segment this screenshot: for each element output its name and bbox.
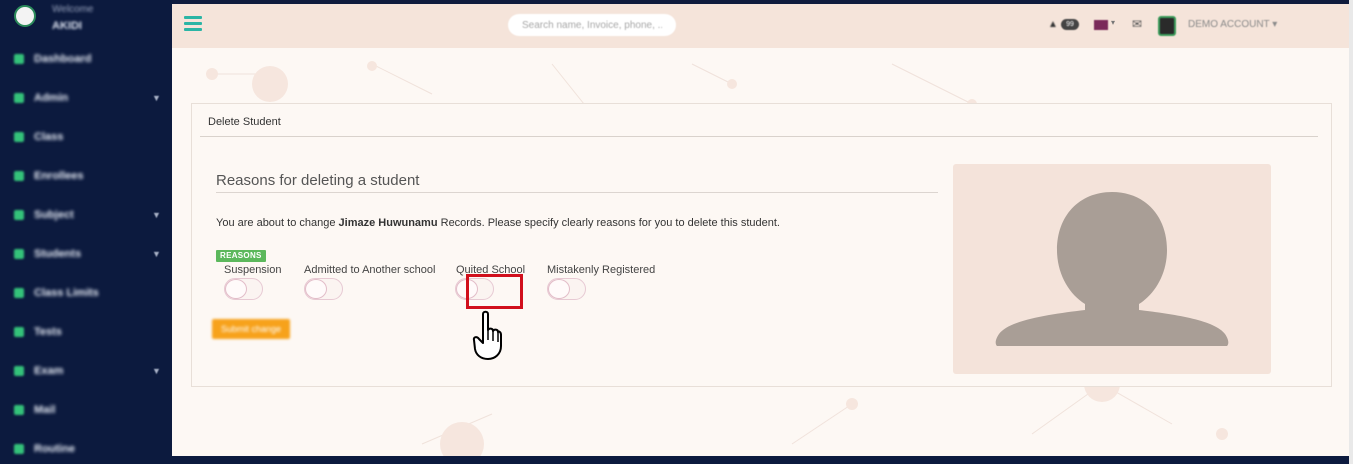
sidebar-item-subject[interactable]: Subject ▼: [0, 204, 172, 228]
toggle-suspension[interactable]: [224, 278, 263, 300]
chevron-down-icon: ▼: [152, 366, 161, 376]
submit-button[interactable]: Submit change: [212, 319, 290, 339]
tests-icon: [14, 327, 24, 337]
sidebar-profile: Welcome AKIDI: [0, 0, 172, 40]
desc-prefix: You are about to change: [216, 217, 339, 229]
toggle-mistakenly[interactable]: [547, 278, 586, 300]
bell-icon[interactable]: ▲: [1048, 19, 1058, 30]
sidebar-item-dashboard[interactable]: Dashboard: [0, 48, 172, 72]
student-name: Jimaze Huwunamu: [338, 217, 438, 229]
toggle-knob: [225, 279, 247, 299]
account-logo-icon: [1158, 16, 1176, 36]
notification-badge: 99: [1061, 19, 1079, 30]
account-label: DEMO ACCOUNT: [1188, 19, 1270, 30]
sidebar-item-label: Students: [34, 248, 82, 260]
class-limits-icon: [14, 288, 24, 298]
sidebar-item-label: Class: [34, 131, 64, 143]
description-text: You are about to change Jimaze Huwunamu …: [216, 217, 780, 229]
sidebar-item-students[interactable]: Students ▼: [0, 243, 172, 267]
search-input[interactable]: [508, 14, 676, 36]
pointing-hand-icon: [472, 310, 502, 360]
sidebar-item-label: Class Limits: [34, 287, 99, 299]
option-label-admitted: Admitted to Another school: [304, 264, 436, 276]
routine-icon: [14, 444, 24, 454]
flag-icon[interactable]: [1094, 20, 1108, 30]
mail-icon[interactable]: ✉: [1132, 17, 1142, 31]
desc-suffix: Records. Please specify clearly reasons …: [437, 217, 780, 229]
account-menu[interactable]: DEMO ACCOUNT ▾: [1188, 19, 1277, 30]
hamburger-icon[interactable]: [184, 16, 202, 32]
exam-icon: [14, 366, 24, 376]
option-label-mistakenly: Mistakenly Registered: [547, 264, 656, 276]
divider: [200, 136, 1318, 137]
highlight-box: [466, 274, 523, 309]
section-title: Reasons for deleting a student: [216, 172, 420, 189]
sidebar-item-class-limits[interactable]: Class Limits: [0, 282, 172, 306]
enrollees-icon: [14, 171, 24, 181]
sidebar-item-mail[interactable]: Mail: [0, 399, 172, 423]
chevron-down-icon: ▾: [1111, 18, 1116, 27]
students-icon: [14, 249, 24, 259]
sidebar-item-label: Routine: [34, 443, 75, 455]
user-silhouette-icon: [995, 192, 1229, 346]
sidebar-item-label: Enrollees: [34, 170, 84, 182]
sidebar-item-label: Admin: [34, 92, 69, 104]
subject-icon: [14, 210, 24, 220]
option-label-suspension: Suspension: [224, 264, 282, 276]
bottom-bar: [172, 456, 1353, 464]
sidebar-item-label: Mail: [34, 404, 56, 416]
card-title: Delete Student: [208, 116, 281, 128]
sidebar-welcome: Welcome: [52, 4, 94, 15]
toggle-admitted[interactable]: [304, 278, 343, 300]
chevron-down-icon: ▼: [152, 249, 161, 259]
sidebar-item-routine[interactable]: Routine: [0, 438, 172, 462]
sidebar-item-admin[interactable]: Admin ▼: [0, 87, 172, 111]
chevron-down-icon: ▼: [152, 93, 161, 103]
dashboard-icon: [14, 54, 24, 64]
sidebar-item-label: Dashboard: [34, 53, 92, 65]
class-icon: [14, 132, 24, 142]
student-photo: [953, 164, 1271, 374]
school-logo-icon: [14, 5, 36, 27]
main-content: ▲ 99 ▾ ✉ DEMO ACCOUNT ▾ Delete Student R…: [172, 4, 1353, 456]
admin-icon: [14, 93, 24, 103]
sidebar-item-tests[interactable]: Tests: [0, 321, 172, 345]
sidebar-username: AKIDI: [52, 20, 82, 32]
sidebar-item-enrollees[interactable]: Enrollees: [0, 165, 172, 189]
sidebar-item-label: Subject: [34, 209, 74, 221]
sidebar-item-class[interactable]: Class: [0, 126, 172, 150]
divider: [216, 192, 938, 193]
mail-icon: [14, 405, 24, 415]
toggle-knob: [548, 279, 570, 299]
sidebar-item-exam[interactable]: Exam ▼: [0, 360, 172, 384]
delete-student-card: Delete Student Reasons for deleting a st…: [191, 103, 1332, 387]
toggle-knob: [305, 279, 327, 299]
chevron-down-icon: ▼: [152, 210, 161, 220]
top-navbar: ▲ 99 ▾ ✉ DEMO ACCOUNT ▾: [172, 4, 1353, 48]
sidebar: Welcome AKIDI Dashboard Admin ▼ Class En…: [0, 0, 172, 464]
sidebar-item-label: Tests: [34, 326, 62, 338]
scrollbar[interactable]: [1349, 0, 1353, 464]
sidebar-item-label: Exam: [34, 365, 64, 377]
reasons-badge: REASONS: [216, 250, 266, 262]
